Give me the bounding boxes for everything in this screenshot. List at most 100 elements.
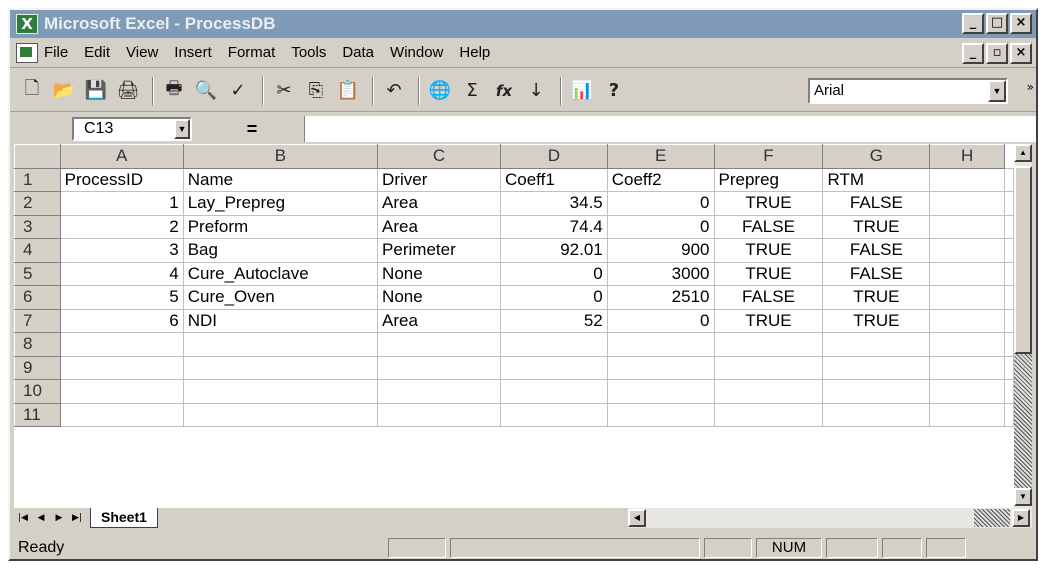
cell[interactable]: [1004, 355, 1014, 380]
column-header[interactable]: H: [929, 144, 1005, 169]
cell[interactable]: FALSE: [713, 214, 824, 239]
help-icon[interactable]: ?: [600, 77, 628, 105]
cell[interactable]: Cure_Autoclave: [182, 261, 379, 286]
preview-icon[interactable]: 🔍: [192, 77, 220, 105]
menu-help[interactable]: Help: [459, 44, 490, 61]
menu-tools[interactable]: Tools: [291, 44, 326, 61]
cell[interactable]: 0: [606, 214, 715, 239]
chevron-down-icon[interactable]: ▼: [174, 119, 190, 139]
select-all-corner[interactable]: [14, 144, 61, 169]
doc-close-button[interactable]: ×: [1010, 43, 1032, 64]
cell[interactable]: FALSE: [822, 238, 931, 263]
cell[interactable]: [59, 355, 184, 380]
cell[interactable]: [1004, 285, 1014, 310]
cell[interactable]: [377, 379, 501, 404]
cell[interactable]: [1004, 332, 1014, 357]
cell[interactable]: Area: [377, 308, 501, 333]
cell[interactable]: 34.5: [500, 191, 608, 216]
cell[interactable]: [377, 355, 501, 380]
cell[interactable]: Cure_Oven: [182, 285, 379, 310]
open-icon[interactable]: 📂: [50, 77, 78, 105]
cell[interactable]: TRUE: [822, 308, 931, 333]
chevron-down-icon[interactable]: ▼: [988, 80, 1006, 102]
cell[interactable]: Area: [377, 191, 501, 216]
cell[interactable]: [822, 332, 931, 357]
cell[interactable]: [822, 379, 931, 404]
cell[interactable]: [182, 402, 379, 427]
horizontal-scrollbar[interactable]: ◀ ▶: [628, 508, 1032, 528]
cell[interactable]: [929, 332, 1005, 357]
scroll-right-icon[interactable]: ▶: [1012, 509, 1030, 527]
cell[interactable]: [500, 379, 608, 404]
cell[interactable]: 92.01: [500, 238, 608, 263]
cell[interactable]: [713, 332, 824, 357]
cell[interactable]: [59, 332, 184, 357]
cell[interactable]: Driver: [377, 167, 501, 192]
cell[interactable]: [929, 167, 1005, 192]
cell[interactable]: 2: [59, 214, 184, 239]
close-button[interactable]: ×: [1010, 13, 1032, 34]
cell[interactable]: [1004, 308, 1014, 333]
horizontal-scroll-track[interactable]: [974, 509, 1010, 527]
edit-formula-button[interactable]: =: [222, 117, 282, 141]
row-header[interactable]: 6: [14, 285, 61, 310]
cell[interactable]: NDI: [182, 308, 379, 333]
minimize-button[interactable]: _: [962, 13, 984, 34]
autosum-icon[interactable]: Σ: [458, 77, 486, 105]
cell[interactable]: 74.4: [500, 214, 608, 239]
cell[interactable]: TRUE: [713, 308, 824, 333]
excel-app-icon[interactable]: X: [16, 14, 38, 34]
column-header[interactable]: E: [606, 144, 715, 169]
row-header[interactable]: 7: [14, 308, 61, 333]
cell[interactable]: [606, 379, 715, 404]
menu-file[interactable]: File: [44, 44, 68, 61]
undo-icon[interactable]: ↶: [380, 77, 408, 105]
row-header[interactable]: 8: [14, 332, 61, 357]
row-header[interactable]: 5: [14, 261, 61, 286]
column-header[interactable]: C: [377, 144, 501, 169]
first-sheet-icon[interactable]: |◀: [14, 509, 32, 527]
cell[interactable]: [929, 238, 1005, 263]
copy-icon[interactable]: ⎘: [302, 77, 330, 105]
row-header[interactable]: 11: [14, 402, 61, 427]
cell[interactable]: [929, 214, 1005, 239]
cell[interactable]: [929, 308, 1005, 333]
cell[interactable]: [929, 261, 1005, 286]
doc-restore-button[interactable]: ▫: [986, 43, 1008, 64]
cell[interactable]: [500, 332, 608, 357]
cell[interactable]: [1004, 402, 1014, 427]
cell[interactable]: [1004, 191, 1014, 216]
row-header[interactable]: 1: [14, 167, 61, 192]
cell[interactable]: [929, 402, 1005, 427]
cell[interactable]: FALSE: [822, 261, 931, 286]
cell[interactable]: 0: [606, 191, 715, 216]
print-preview-icon[interactable]: 🖨: [114, 77, 142, 105]
cell[interactable]: [1004, 261, 1014, 286]
cell[interactable]: [713, 355, 824, 380]
cell[interactable]: [713, 402, 824, 427]
cell[interactable]: [606, 332, 715, 357]
cell[interactable]: ProcessID: [59, 167, 184, 192]
cell[interactable]: [182, 332, 379, 357]
prev-sheet-icon[interactable]: ◀: [32, 509, 50, 527]
cell[interactable]: FALSE: [713, 285, 824, 310]
cell[interactable]: [377, 332, 501, 357]
cell[interactable]: TRUE: [713, 238, 824, 263]
vertical-scroll-thumb[interactable]: [1014, 166, 1032, 354]
cell[interactable]: [822, 355, 931, 380]
cell[interactable]: [1004, 238, 1014, 263]
cell[interactable]: [1004, 379, 1014, 404]
row-header[interactable]: 4: [14, 238, 61, 263]
column-header[interactable]: A: [59, 144, 184, 169]
cell[interactable]: 0: [500, 285, 608, 310]
cell[interactable]: Bag: [182, 238, 379, 263]
cell[interactable]: RTM: [822, 167, 931, 192]
cell[interactable]: 900: [606, 238, 715, 263]
next-sheet-icon[interactable]: ▶: [50, 509, 68, 527]
cell[interactable]: None: [377, 261, 501, 286]
menu-view[interactable]: View: [126, 44, 158, 61]
sheet-tab-sheet1[interactable]: Sheet1: [90, 508, 158, 528]
vertical-scrollbar[interactable]: ▲ ▼: [1014, 144, 1032, 508]
menu-edit[interactable]: Edit: [84, 44, 110, 61]
formula-input[interactable]: [304, 116, 1036, 142]
